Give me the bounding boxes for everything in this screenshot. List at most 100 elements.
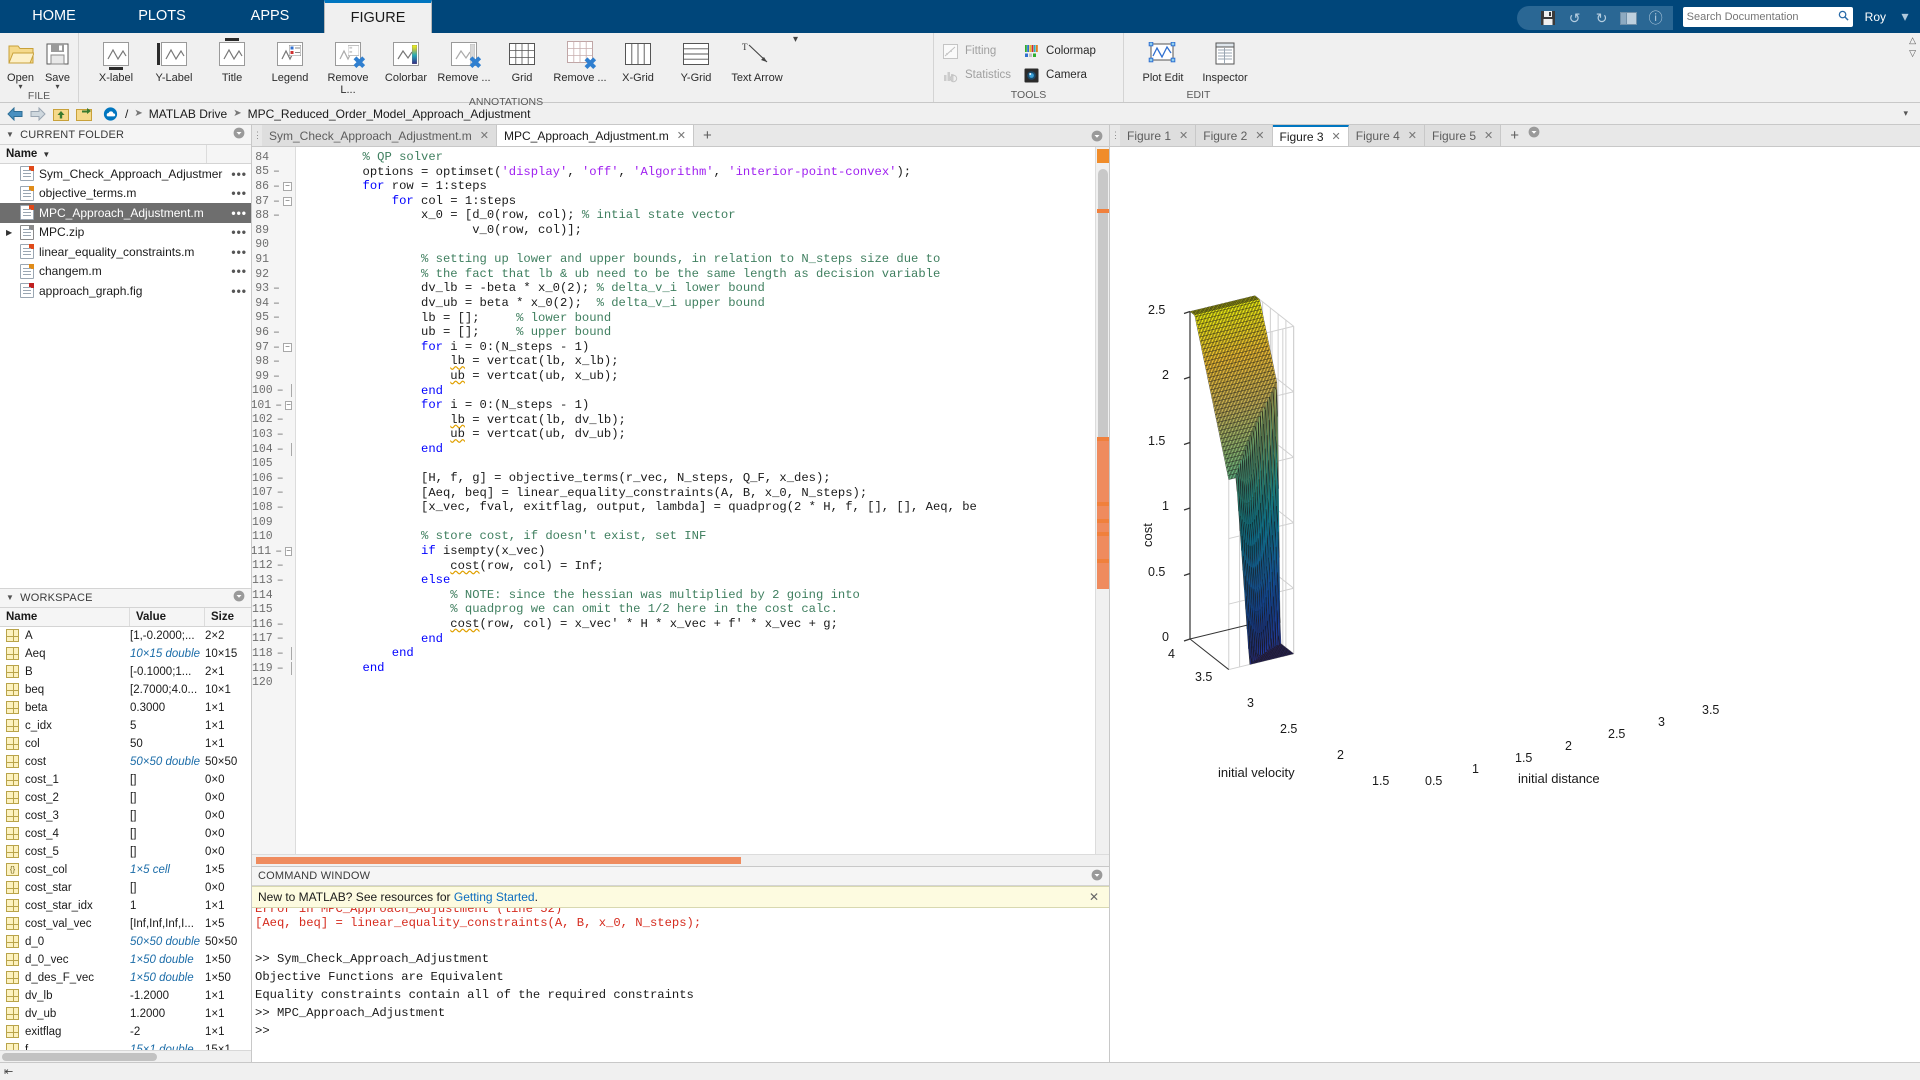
- editor-horizontal-scrollbar[interactable]: [252, 854, 1109, 866]
- editor-code-area[interactable]: % QP solver options = optimset('display'…: [296, 147, 1095, 854]
- row-menu-icon[interactable]: •••: [231, 186, 247, 200]
- scrollbar-thumb[interactable]: [1098, 169, 1108, 469]
- row-menu-icon[interactable]: •••: [231, 264, 247, 278]
- help-icon[interactable]: ⓘ: [1647, 9, 1665, 27]
- table-row[interactable]: beta 0.3000 1×1: [0, 699, 251, 717]
- close-icon[interactable]: ✕: [1089, 890, 1103, 904]
- remove-colorbar-button[interactable]: ✖ Remove ...: [435, 37, 493, 84]
- table-row[interactable]: dv_lb -1.2000 1×1: [0, 987, 251, 1005]
- column-header-value[interactable]: Value: [130, 607, 205, 626]
- chevron-down-icon[interactable]: ▾: [793, 35, 798, 45]
- list-item[interactable]: objective_terms.m •••: [0, 184, 251, 204]
- legend-button[interactable]: Legend: [261, 37, 319, 84]
- table-row[interactable]: d_des_F_vec 1×50 double 1×50: [0, 969, 251, 987]
- new-figure-tab-button[interactable]: +: [1501, 125, 1528, 146]
- ribbon-tab-plots[interactable]: PLOTS: [108, 0, 216, 33]
- table-row[interactable]: cost_3 [] 0×0: [0, 807, 251, 825]
- layout-icon[interactable]: [1620, 9, 1638, 27]
- fold-toggle-icon[interactable]: −: [283, 181, 292, 191]
- annotations-overflow-button[interactable]: ▾: [789, 35, 804, 45]
- table-row[interactable]: col 50 1×1: [0, 735, 251, 753]
- row-menu-icon[interactable]: •••: [231, 206, 247, 220]
- panel-options-icon[interactable]: [233, 127, 245, 142]
- column-header-size[interactable]: Size: [205, 608, 251, 626]
- table-row[interactable]: exitflag -2 1×1: [0, 1023, 251, 1041]
- sort-descending-icon[interactable]: ▼: [42, 150, 50, 159]
- table-row[interactable]: cost_star [] 0×0: [0, 879, 251, 897]
- xgrid-button[interactable]: X-Grid: [609, 37, 667, 84]
- figure-canvas[interactable]: 2.5 2 1.5 1 0.5 0 cost 4 3.5 3 2.5 2 1.5…: [1110, 147, 1920, 1062]
- search-icon[interactable]: [1838, 10, 1849, 24]
- undo-icon[interactable]: ↺: [1566, 9, 1584, 27]
- getting-started-link[interactable]: Getting Started: [454, 890, 535, 904]
- figure-tab-2[interactable]: Figure 2 ✕: [1196, 125, 1273, 146]
- figure-tab-5[interactable]: Figure 5 ✕: [1425, 125, 1502, 146]
- grid-button[interactable]: Grid: [493, 37, 551, 84]
- editor-panel-options-button[interactable]: [1091, 125, 1109, 146]
- open-button[interactable]: Open ▾: [2, 37, 39, 91]
- drag-grip-icon[interactable]: ⋮: [252, 125, 262, 146]
- column-header-name[interactable]: Name: [0, 607, 130, 626]
- list-item[interactable]: approach_graph.fig •••: [0, 281, 251, 301]
- new-editor-tab-button[interactable]: +: [694, 125, 721, 146]
- back-arrow-icon[interactable]: [6, 105, 23, 122]
- editor-tab-mpc-approach[interactable]: MPC_Approach_Adjustment.m ✕: [496, 125, 694, 146]
- title-button[interactable]: Title: [203, 37, 261, 84]
- remove-legend-button[interactable]: ✖ Remove L...: [319, 37, 377, 96]
- code-editor[interactable]: 84 85–86– −87– −88–89 90 91 92 93–94–95–96–97– −…: [252, 147, 1109, 854]
- ribbon-tab-figure[interactable]: FIGURE: [324, 0, 432, 33]
- panel-options-icon[interactable]: [233, 590, 245, 605]
- close-icon[interactable]: ✕: [480, 129, 489, 142]
- save-icon[interactable]: [1539, 9, 1557, 27]
- table-row[interactable]: cost_4 [] 0×0: [0, 825, 251, 843]
- table-row[interactable]: B [-0.1000;1... 2×1: [0, 663, 251, 681]
- fold-toggle-icon[interactable]: −: [285, 546, 292, 556]
- inspector-button[interactable]: Inspector: [1194, 37, 1256, 84]
- table-row[interactable]: cost_star_idx 1 1×1: [0, 897, 251, 915]
- fold-toggle-icon[interactable]: −: [283, 342, 292, 352]
- table-row[interactable]: A [1,-0.2000;... 2×2: [0, 627, 251, 645]
- table-row[interactable]: dv_ub 1.2000 1×1: [0, 1005, 251, 1023]
- fold-toggle-icon[interactable]: −: [285, 400, 292, 410]
- remove-grid-button[interactable]: ✖ Remove ...: [551, 37, 609, 84]
- list-item-selected[interactable]: MPC_Approach_Adjustment.m •••: [0, 203, 251, 223]
- row-menu-icon[interactable]: •••: [231, 284, 247, 298]
- ribbon-tab-apps[interactable]: APPS: [216, 0, 324, 33]
- colormap-button[interactable]: Colormap: [1023, 41, 1096, 61]
- address-bar-chevron-down-icon[interactable]: ▾: [1903, 108, 1914, 119]
- table-row[interactable]: d_0_vec 1×50 double 1×50: [0, 951, 251, 969]
- close-icon[interactable]: ✕: [1179, 129, 1188, 142]
- close-icon[interactable]: ✕: [1408, 129, 1417, 142]
- redo-icon[interactable]: ↻: [1593, 9, 1611, 27]
- figure-tab-3[interactable]: Figure 3 ✕: [1272, 125, 1349, 146]
- ygrid-button[interactable]: Y-Grid: [667, 37, 725, 84]
- figure-tab-1[interactable]: Figure 1 ✕: [1120, 125, 1197, 146]
- table-row[interactable]: Aeq 10×15 double 10×15: [0, 645, 251, 663]
- ylabel-button[interactable]: Y-Label: [145, 37, 203, 84]
- camera-button[interactable]: Camera: [1023, 65, 1096, 85]
- colorbar-button[interactable]: Colorbar: [377, 37, 435, 84]
- xlabel-button[interactable]: X-label: [87, 37, 145, 84]
- ribbon-collapse-icon[interactable]: △: [1909, 35, 1916, 46]
- list-item[interactable]: linear_equality_constraints.m •••: [0, 242, 251, 262]
- table-row[interactable]: cost_2 [] 0×0: [0, 789, 251, 807]
- ribbon-tab-home[interactable]: HOME: [0, 0, 108, 33]
- table-row[interactable]: {} cost_col 1×5 cell 1×5: [0, 861, 251, 879]
- collapse-triangle-icon[interactable]: ▼: [6, 130, 14, 139]
- figure-panel-options-button[interactable]: [1528, 125, 1540, 146]
- close-icon[interactable]: ✕: [1332, 130, 1341, 143]
- list-item[interactable]: changem.m •••: [0, 262, 251, 282]
- up-folder-icon[interactable]: [52, 105, 69, 122]
- row-menu-icon[interactable]: •••: [231, 245, 247, 259]
- row-menu-icon[interactable]: •••: [231, 225, 247, 239]
- scrollbar-thumb[interactable]: [2, 1053, 157, 1061]
- fitting-button[interactable]: Fitting: [942, 41, 1011, 61]
- scrollbar-thumb[interactable]: [256, 857, 741, 864]
- table-row[interactable]: cost_1 [] 0×0: [0, 771, 251, 789]
- close-icon[interactable]: ✕: [1255, 129, 1264, 142]
- row-menu-icon[interactable]: •••: [231, 167, 247, 181]
- close-icon[interactable]: ✕: [677, 129, 686, 142]
- table-row[interactable]: cost 50×50 double 50×50: [0, 753, 251, 771]
- close-icon[interactable]: ✕: [1484, 129, 1493, 142]
- list-item[interactable]: Sym_Check_Approach_Adjustmer •••: [0, 164, 251, 184]
